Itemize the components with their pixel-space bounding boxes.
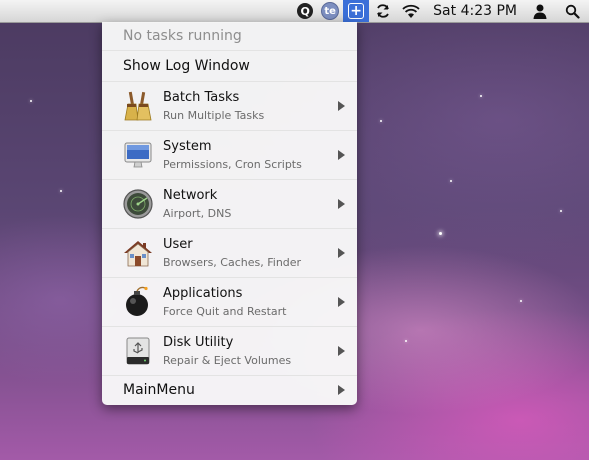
menu-item-batch-tasks[interactable]: Batch Tasks Run Multiple Tasks [102,82,357,131]
menu-item-network[interactable]: Network Airport, DNS [102,180,357,229]
menu-item-subtitle: Run Multiple Tasks [163,109,265,122]
search-icon [565,4,580,19]
radar-icon [123,189,153,219]
spotlight-status-item[interactable] [555,0,589,22]
user-icon [533,4,547,19]
star [480,95,482,97]
menu-item-subtitle: Airport, DNS [163,207,232,220]
submenu-arrow-icon [338,248,345,258]
disk-icon [126,337,150,365]
broom-icon [124,91,152,121]
menu-item-title: User [163,237,193,252]
status-item: No tasks running [123,27,242,44]
star [405,340,407,342]
main-menu-item[interactable]: MainMenu [102,376,357,404]
plus-icon: + [348,3,365,19]
bomb-icon [126,286,148,316]
submenu-arrow-icon [338,346,345,356]
user-status-item[interactable] [525,0,555,22]
star [60,190,62,192]
menu-item-disk-utility[interactable]: Disk Utility Repair & Eject Volumes [102,327,357,376]
star [450,180,452,182]
te-icon: te [321,2,340,20]
monitor-icon [124,142,152,168]
star [439,232,442,235]
show-log-window-item[interactable]: Show Log Window [102,52,357,79]
menu-bar: Q te + Sat 4:23 PM [0,0,589,23]
menu-item-user[interactable]: User Browsers, Caches, Finder [102,229,357,278]
menu-item-subtitle: Force Quit and Restart [163,305,287,318]
star [380,120,382,122]
star [520,300,522,302]
star [560,210,562,212]
menu-item-system[interactable]: System Permissions, Cron Scripts [102,131,357,180]
submenu-arrow-icon [338,385,345,395]
submenu-arrow-icon [338,150,345,160]
sync-status-item[interactable] [369,0,397,22]
wifi-status-item[interactable] [397,0,425,22]
sync-icon [377,4,390,18]
menu-item-applications[interactable]: Applications Force Quit and Restart [102,278,357,327]
q-icon: Q [297,3,314,19]
star [30,100,32,102]
menu-item-subtitle: Permissions, Cron Scripts [163,158,302,171]
menu-item-title: Disk Utility [163,335,234,350]
te-status-item[interactable]: te [317,0,343,22]
submenu-arrow-icon [338,297,345,307]
clock[interactable]: Sat 4:23 PM [425,0,525,22]
wifi-icon [402,4,420,18]
menu-item-title: Applications [163,286,243,301]
q-status-item[interactable]: Q [293,0,317,22]
dropdown-menu: No tasks running Show Log Window Batch T… [102,22,357,405]
submenu-arrow-icon [338,101,345,111]
menu-item-title: Batch Tasks [163,90,240,105]
plus-status-item[interactable]: + [343,0,370,22]
menu-separator [102,50,357,51]
menu-item-subtitle: Browsers, Caches, Finder [163,256,302,269]
menu-item-title: Network [163,188,218,203]
main-menu-label: MainMenu [123,382,195,398]
menu-item-title: System [163,139,212,154]
submenu-arrow-icon [338,199,345,209]
menu-item-subtitle: Repair & Eject Volumes [163,354,292,367]
house-icon [124,241,152,267]
